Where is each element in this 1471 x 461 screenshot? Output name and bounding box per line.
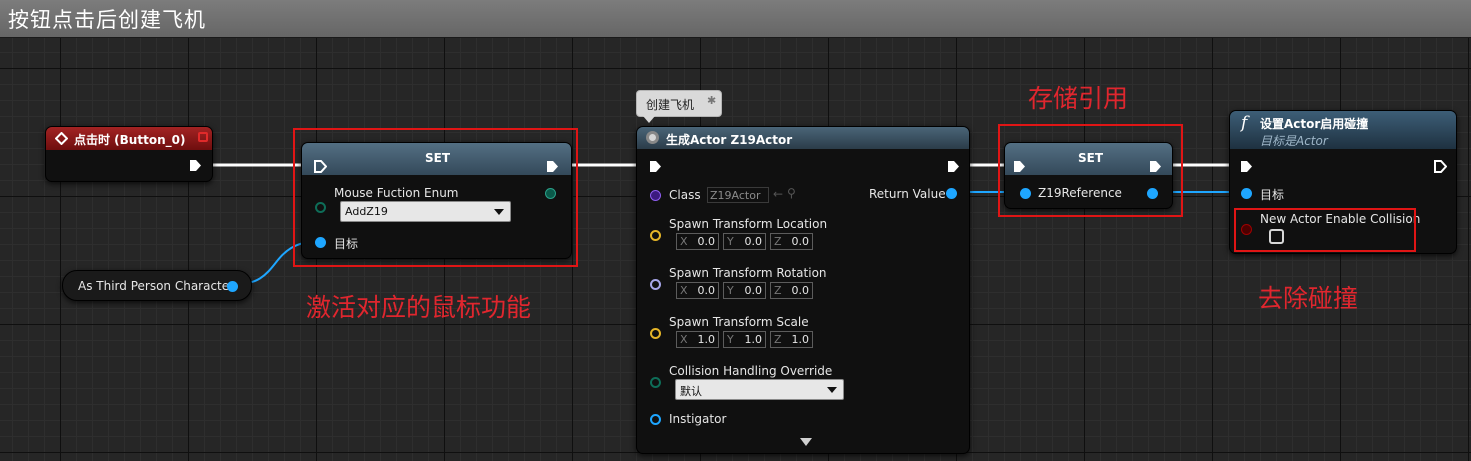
browse-search-icon[interactable]: ⚲ (787, 186, 796, 200)
comment-bubble-text: 创建飞机 (646, 98, 695, 112)
event-node-title: 点击时 (Button_0) (74, 133, 186, 147)
exec-out-pin-icon[interactable] (947, 160, 960, 173)
exec-out-pin-icon[interactable] (1434, 160, 1447, 173)
location-pin-icon[interactable] (650, 230, 661, 241)
target-pin-label: 目标 (1260, 188, 1285, 202)
highlight-box-set-reference (998, 124, 1183, 217)
class-picker[interactable]: Z19Actor (707, 187, 769, 203)
chevron-down-icon (827, 387, 837, 393)
target-in-pin-icon[interactable] (1241, 188, 1252, 199)
exec-out-pin-icon[interactable] (189, 159, 202, 172)
rotation-x-field[interactable]: X 0.0 (676, 282, 719, 299)
highlight-box-set-enum (293, 128, 578, 267)
rotation-z-field[interactable]: Z 0.0 (770, 282, 813, 299)
rotation-vector-input[interactable]: X 0.0 Y 0.0 Z 0.0 (676, 282, 813, 299)
instigator-pin-icon[interactable] (650, 414, 661, 425)
location-x-field[interactable]: X 0.0 (676, 233, 719, 250)
annotation-store-reference: 存储引用 (1028, 84, 1129, 113)
function-f-icon: f (1241, 113, 1248, 133)
location-label: Spawn Transform Location (669, 217, 828, 231)
graph-title: 按钮点击后创建飞机 (8, 8, 206, 32)
return-value-pin-icon[interactable] (946, 188, 957, 199)
comment-bubble[interactable]: 创建飞机 ✱ (636, 90, 722, 123)
location-vector-input[interactable]: X 0.0 Y 0.0 Z 0.0 (676, 233, 813, 250)
expand-advanced-chevron-icon[interactable] (800, 438, 812, 446)
event-node[interactable]: 点击时 (Button_0) (45, 126, 213, 182)
collision-override-dropdown[interactable]: 默认 (675, 379, 844, 400)
spawn-actor-node[interactable]: 生成Actor Z19Actor Class Z19Actor ← ⚲ Retu… (636, 126, 970, 454)
comment-bubble-tail (643, 116, 655, 123)
rotation-label: Spawn Transform Rotation (669, 266, 827, 280)
location-z-field[interactable]: Z 0.0 (770, 233, 813, 250)
collision-override-label: Collision Handling Override (669, 364, 833, 378)
spawn-gear-icon (646, 131, 659, 144)
return-value-label: Return Value (869, 187, 946, 201)
annotation-activate-mouse-function: 激活对应的鼠标功能 (306, 293, 532, 322)
class-pin-icon[interactable] (650, 190, 661, 201)
func-node-subtitle: 目标是Actor (1260, 134, 1328, 148)
scale-label: Spawn Transform Scale (669, 315, 809, 329)
instigator-label: Instigator (669, 412, 727, 426)
location-y-field[interactable]: Y 0.0 (723, 233, 766, 250)
event-diamond-icon (55, 132, 68, 145)
scale-vector-input[interactable]: X 1.0 Y 1.0 Z 1.0 (676, 331, 813, 348)
exec-in-pin-icon[interactable] (649, 160, 662, 173)
graph-title-bar: 按钮点击后创建飞机 (0, 0, 1471, 38)
class-picker-value: Z19Actor (710, 189, 761, 202)
exec-in-pin-icon[interactable] (1240, 160, 1253, 173)
variable-node[interactable]: As Third Person Character (62, 270, 252, 301)
scale-z-field[interactable]: Z 1.0 (770, 331, 813, 348)
scale-y-field[interactable]: Y 1.0 (723, 331, 766, 348)
func-node-title: 设置Actor启用碰撞 (1260, 117, 1369, 131)
scale-x-field[interactable]: X 1.0 (676, 331, 719, 348)
rotation-pin-icon[interactable] (650, 279, 661, 290)
pin-icon[interactable]: ✱ (707, 94, 716, 107)
class-pin-label: Class (669, 188, 701, 202)
variable-out-pin-icon[interactable] (227, 281, 238, 292)
spawn-node-title: 生成Actor Z19Actor (666, 133, 793, 147)
collision-override-value: 默认 (680, 385, 702, 398)
collision-override-pin-icon[interactable] (650, 377, 661, 388)
variable-label: As Third Person Character (78, 279, 235, 293)
rotation-y-field[interactable]: Y 0.0 (723, 282, 766, 299)
scale-pin-icon[interactable] (650, 328, 661, 339)
highlight-box-collision-param (1234, 208, 1416, 252)
annotation-remove-collision: 去除碰撞 (1258, 284, 1359, 313)
use-selected-arrow-icon[interactable]: ← (773, 187, 783, 201)
event-delegate-pin-icon[interactable] (198, 132, 208, 142)
